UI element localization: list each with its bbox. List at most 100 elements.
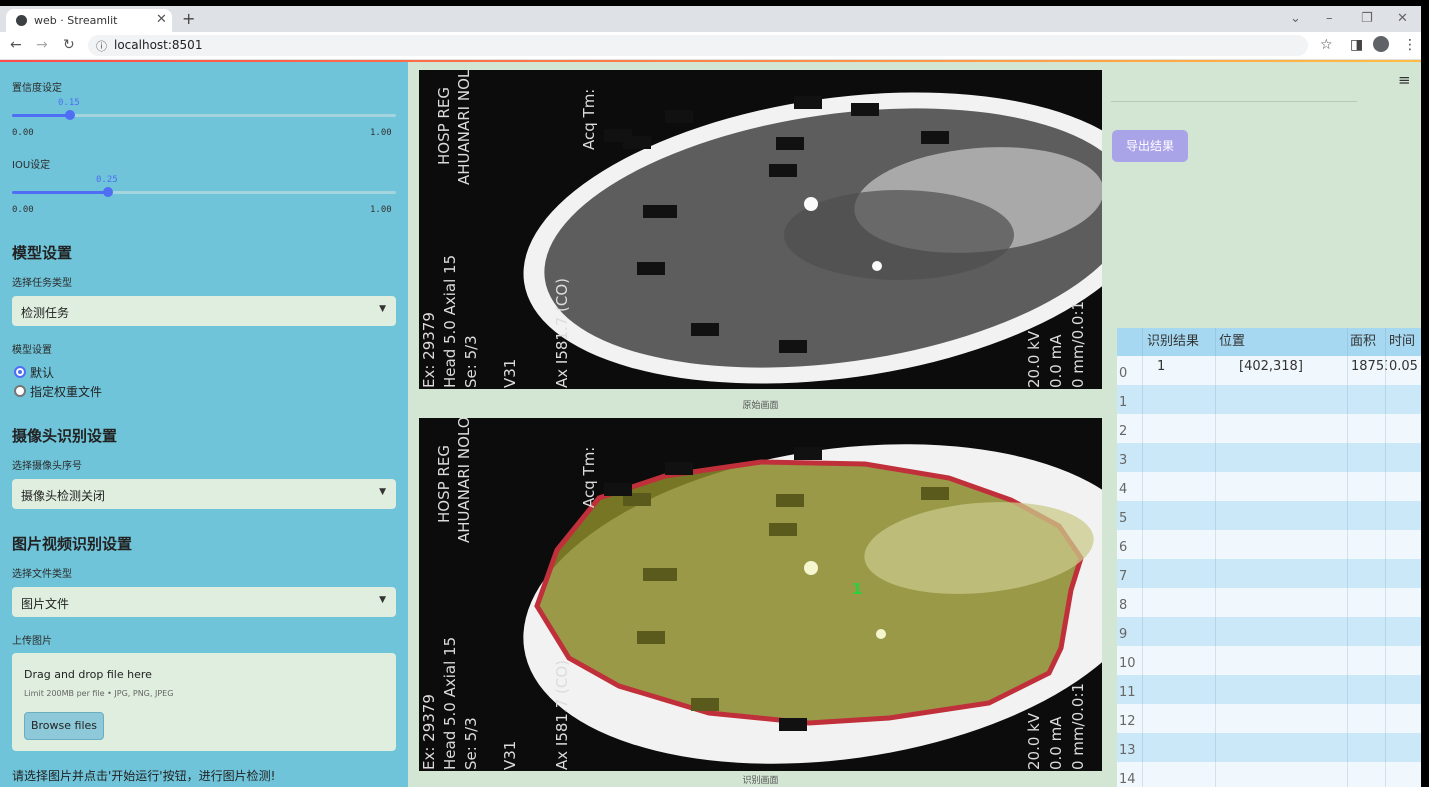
scan-text-head: Head 5.0 Axial 15 <box>441 637 459 770</box>
table-row[interactable]: 14 <box>1117 762 1421 787</box>
scan-text-name: AHUANARI NOLORB <box>455 70 473 185</box>
file-type-select[interactable]: 图片文件 ▼ <box>12 587 396 617</box>
star-icon[interactable]: ☆ <box>1320 37 1333 53</box>
cell-area <box>1351 497 1387 526</box>
hamburger-icon[interactable]: ≡ <box>1398 71 1411 89</box>
export-results-button[interactable]: 导出结果 <box>1112 130 1188 162</box>
info-icon[interactable]: ⓘ <box>96 38 107 54</box>
scan-text-ma: 0.0 mA <box>1047 716 1065 770</box>
ct-scan-result: 1 HOSP REG AHUANARI NOLORB Ex: 29379 Hea… <box>419 418 1102 771</box>
caret-down-icon: ▼ <box>379 595 386 605</box>
cell-time <box>1389 468 1421 497</box>
cell-result <box>1157 381 1213 410</box>
tab-title: web · Streamlit <box>34 14 118 27</box>
cell-area <box>1351 555 1387 584</box>
iou-value: 0.25 <box>96 175 118 185</box>
camera-select[interactable]: 摄像头检测关闭 ▼ <box>12 479 396 509</box>
column-divider <box>1385 328 1386 787</box>
radio-default[interactable]: 默认 <box>14 364 54 381</box>
scan-text-v: V31 <box>501 359 519 388</box>
camera-select-value: 摄像头检测关闭 <box>21 489 106 503</box>
file-dropzone[interactable]: Drag and drop file here Limit 200MB per … <box>12 653 396 751</box>
column-divider <box>1142 328 1143 787</box>
row-index: 2 <box>1119 424 1128 439</box>
cell-time <box>1389 410 1421 439</box>
cell-position: [402,318] <box>1239 359 1303 374</box>
cell-time <box>1389 700 1421 729</box>
url-text: localhost:8501 <box>114 38 203 52</box>
browser-tab[interactable]: web · Streamlit ✕ <box>6 9 172 32</box>
iou-slider[interactable] <box>12 187 396 197</box>
profile-icon[interactable] <box>1373 36 1389 52</box>
confidence-slider[interactable] <box>12 110 396 120</box>
cell-result <box>1157 439 1213 468</box>
results-panel: ≡ 导出结果 识别结果 位置 面积 时间 01[402,318]1875390.… <box>1111 62 1421 787</box>
sidepanel-icon[interactable]: ◨ <box>1350 37 1363 53</box>
segmentation-mask <box>534 459 1084 726</box>
row-index: 4 <box>1119 482 1128 497</box>
divider <box>1111 101 1357 102</box>
minimize-icon[interactable]: – <box>1326 11 1333 26</box>
sidebar: 置信度设定 0.15 0.00 1.00 IOU设定 0.25 0.00 1.0… <box>0 62 408 787</box>
scan-text-hosp: HOSP REG <box>435 87 453 165</box>
tab-bar: web · Streamlit ✕ + ⌄ – ❐ ✕ <box>0 6 1421 32</box>
radio-unselected-icon <box>14 385 26 397</box>
cell-area <box>1351 584 1387 613</box>
result-caption: 识别画面 <box>742 776 779 786</box>
back-icon[interactable]: ← <box>10 37 22 53</box>
task-type-select[interactable]: 检测任务 ▼ <box>12 296 396 326</box>
cell-result <box>1157 729 1213 758</box>
cell-time: 0.05 <box>1389 359 1418 374</box>
task-type-value: 检测任务 <box>21 306 70 320</box>
camera-settings-heading: 摄像头识别设置 <box>12 427 118 445</box>
cell-result <box>1157 468 1213 497</box>
radio-custom-weights[interactable]: 指定权重文件 <box>14 383 102 400</box>
scan-text-ex: Ex: 29379 <box>420 312 438 388</box>
row-index: 3 <box>1119 453 1128 468</box>
cell-position <box>1239 671 1345 700</box>
cell-time <box>1389 584 1421 613</box>
cell-position <box>1239 555 1345 584</box>
cell-area <box>1351 526 1387 555</box>
iou-max: 1.00 <box>370 205 392 215</box>
caret-down-icon: ▼ <box>379 487 386 497</box>
new-tab-icon[interactable]: + <box>182 9 195 28</box>
row-index: 8 <box>1119 598 1128 613</box>
tab-close-icon[interactable]: ✕ <box>156 12 167 27</box>
scan-text-ma: 0.0 mA <box>1047 334 1065 388</box>
row-index: 9 <box>1119 627 1128 642</box>
cell-result <box>1157 555 1213 584</box>
confidence-slider-fill <box>12 114 70 117</box>
browse-files-button[interactable]: Browse files <box>24 712 104 740</box>
confidence-slider-thumb[interactable] <box>64 110 75 120</box>
cell-position <box>1239 700 1345 729</box>
restore-icon[interactable]: ❐ <box>1361 11 1373 26</box>
iou-label: IOU设定 <box>12 160 51 171</box>
task-type-label: 选择任务类型 <box>12 278 72 289</box>
instruction-text: 请选择图片并点击'开始运行'按钮，进行图片检测! <box>12 769 276 783</box>
cell-position <box>1239 526 1345 555</box>
window-close-icon[interactable]: ✕ <box>1397 11 1408 26</box>
file-type-label: 选择文件类型 <box>12 569 72 580</box>
kebab-icon[interactable]: ⋮ <box>1403 37 1417 53</box>
iou-slider-thumb[interactable] <box>103 187 113 197</box>
dropzone-title: Drag and drop file here <box>24 668 152 681</box>
cell-position <box>1239 439 1345 468</box>
tab-search-icon[interactable]: ⌄ <box>1290 11 1301 26</box>
cell-result <box>1157 700 1213 729</box>
radio-custom-label: 指定权重文件 <box>30 385 103 399</box>
scan-text-kv: 20.0 kV <box>1025 330 1043 388</box>
cell-time <box>1389 381 1421 410</box>
cell-area: 187539 <box>1351 359 1387 374</box>
cell-position <box>1239 381 1345 410</box>
scan-text-ex: Ex: 29379 <box>420 694 438 770</box>
column-divider <box>1215 328 1216 787</box>
cell-area <box>1351 729 1387 758</box>
forward-icon[interactable]: → <box>36 37 48 53</box>
confidence-max: 1.00 <box>370 128 392 138</box>
url-field[interactable]: ⓘ localhost:8501 <box>88 35 1308 56</box>
reload-icon[interactable]: ↻ <box>63 37 75 53</box>
main-content: HOSP REG AHUANARI NOLORB Ex: 29379 Head … <box>408 62 1421 787</box>
results-table[interactable]: 识别结果 位置 面积 时间 01[402,318]1875390.0512345… <box>1117 328 1421 787</box>
cell-time <box>1389 729 1421 758</box>
